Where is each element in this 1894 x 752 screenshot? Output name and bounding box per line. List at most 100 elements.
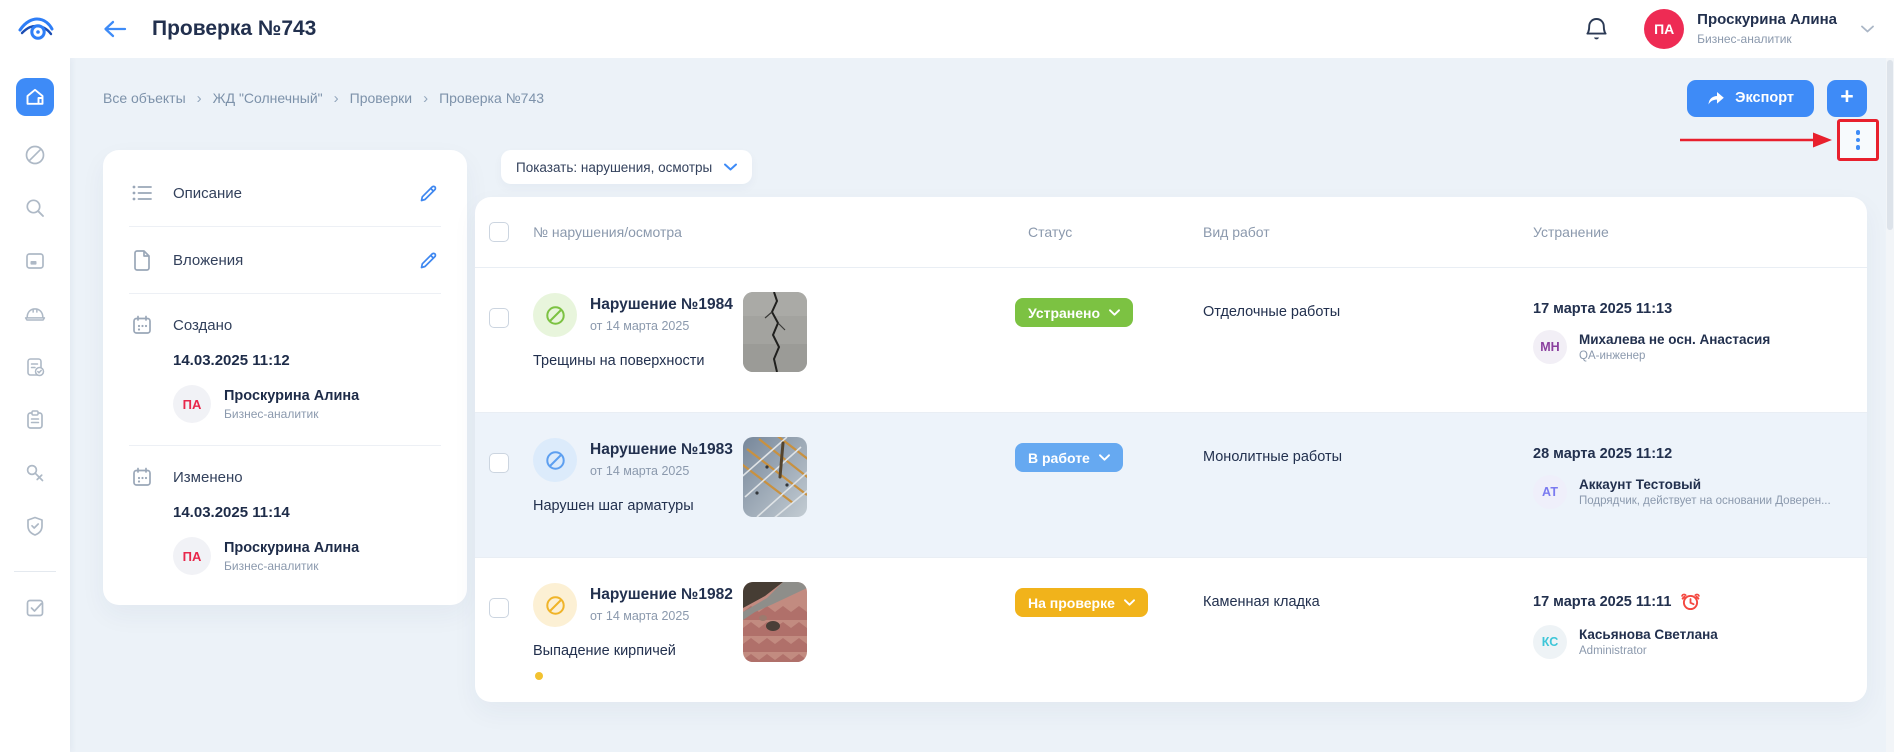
row-checkbox[interactable] [489,308,509,328]
description-label: Описание [173,185,242,202]
page-title: Проверка №743 [152,17,316,41]
chevron-down-icon [724,163,737,171]
violation-status-icon [533,583,577,627]
created-user-role: Бизнес-аналитик [224,407,359,421]
status-label: Устранено [1028,305,1100,321]
violation-date: от 14 марта 2025 [590,609,733,623]
breadcrumb-object[interactable]: ЖД "Солнечный" [213,90,323,106]
user-avatar[interactable]: ПА [1644,9,1684,49]
status-dropdown[interactable]: В работе [1015,443,1123,472]
show-filter-dropdown[interactable]: Показать: нарушения, осмотры [501,150,752,184]
edit-attachments-pencil-icon[interactable] [417,249,439,271]
column-header-status: Статус [1015,224,1190,240]
breadcrumb-inspections[interactable]: Проверки [350,90,412,106]
key-icon [23,461,47,485]
sidebar-item-reports[interactable] [23,408,47,432]
breadcrumb: Все объекты › ЖД "Солнечный" › Проверки … [103,90,544,107]
sidebar-item-home[interactable] [16,78,54,116]
violation-description: Нарушен шаг арматуры [533,498,743,514]
resolution-date: 17 марта 2025 11:13 [1533,301,1851,317]
clipboard-list-icon [23,408,47,432]
select-all-checkbox[interactable] [489,222,509,242]
assignee-role: Подрядчик, действует на основании Довере… [1579,495,1831,507]
violation-title-link[interactable]: Нарушение №1982 [590,583,733,604]
sidebar-item-documents[interactable] [23,249,47,273]
sidebar-item-security[interactable] [23,514,47,538]
chevron-down-icon [1099,454,1110,461]
violation-title-link[interactable]: Нарушение №1983 [590,438,733,459]
table-row[interactable]: Нарушение №1982 от 14 марта 2025 Выпаден… [475,557,1867,702]
edit-description-pencil-icon[interactable] [417,182,439,204]
violation-title-link[interactable]: Нарушение №1984 [590,293,733,314]
work-type: Каменная кладка [1190,558,1520,702]
notifications-bell-icon[interactable] [1582,15,1610,43]
table-row[interactable]: Нарушение №1984 от 14 марта 2025 Трещины… [475,267,1867,412]
main-content: Все объекты › ЖД "Солнечный" › Проверки … [70,58,1894,752]
violation-date: от 14 марта 2025 [590,319,733,333]
sidebar-item-inspections[interactable] [23,355,47,379]
row-checkbox[interactable] [489,598,509,618]
status-dropdown[interactable]: На проверке [1015,588,1148,617]
calendar-icon [131,466,153,488]
violation-description: Выпадение кирпичей [533,643,743,659]
sidebar-item-search[interactable] [23,196,47,220]
modified-user-role: Бизнес-аналитик [224,559,359,573]
scrollbar-thumb[interactable] [1887,60,1893,230]
assignee-name: Михалева не осн. Анастасия [1579,332,1770,347]
created-user: ПА Проскурина Алина Бизнес-аналитик [173,385,439,423]
no-entry-icon [544,449,567,472]
avatar: КС [1533,625,1567,659]
sidebar-divider [14,571,56,572]
status-dropdown[interactable]: Устранено [1015,298,1133,327]
add-button[interactable]: + [1827,80,1867,117]
avatar: ПА [173,385,211,423]
hardhat-icon [23,302,47,326]
shield-check-icon [23,514,47,538]
row-checkbox[interactable] [489,453,509,473]
user-menu-chevron-down-icon[interactable] [1861,20,1874,38]
search-icon [23,196,47,220]
column-header-resolution: Устранение [1520,224,1851,240]
home-icon [23,85,47,109]
resolution-date: 28 марта 2025 11:12 [1533,446,1851,462]
yellow-status-dot [535,672,543,680]
red-arrow-annotation [1680,132,1832,148]
topbar: Проверка №743 ПА Проскурина Алина Бизнес… [0,0,1894,58]
sidebar-item-violations[interactable] [23,143,47,167]
sidebar-item-access[interactable] [23,461,47,485]
back-arrow-icon[interactable] [100,14,130,44]
violation-status-icon [533,438,577,482]
export-button[interactable]: Экспорт [1687,80,1814,117]
kebab-menu-button[interactable] [1837,119,1879,161]
breadcrumb-separator: › [423,90,428,107]
violation-photo-crack[interactable] [743,292,807,372]
modified-label: Изменено [173,469,243,486]
assignee-name: Аккаунт Тестовый [1579,477,1831,492]
resolution-date: 17 марта 2025 11:11 [1533,594,1671,610]
breadcrumb-all-objects[interactable]: Все объекты [103,90,186,106]
user-info[interactable]: Проскурина Алина Бизнес-аналитик [1697,11,1837,47]
breadcrumb-separator: › [334,90,339,107]
modified-user-name: Проскурина Алина [224,540,359,556]
violation-photo-rebar[interactable] [743,437,807,517]
created-user-name: Проскурина Алина [224,388,359,404]
violation-photo-bricks[interactable] [743,582,807,662]
share-arrow-icon [1707,90,1725,106]
assignee: КС Касьянова Светлана Administrator [1533,625,1851,659]
chevron-down-icon [1124,599,1135,606]
annotation-highlight [1680,119,1879,161]
work-type: Монолитные работы [1190,413,1520,557]
sidebar-nav [0,58,70,752]
created-datetime: 14.03.2025 11:12 [173,352,439,369]
table-row[interactable]: Нарушение №1983 от 14 марта 2025 Нарушен… [475,412,1867,557]
kebab-icon [1856,130,1861,135]
sidebar-item-tasks[interactable] [23,596,47,620]
column-header-work-type: Вид работ [1190,224,1520,240]
app-logo-eye-icon[interactable] [16,14,56,44]
filter-label: Показать: нарушения, осмотры [516,160,712,175]
assignee: МН Михалева не осн. Анастасия QA-инженер [1533,330,1851,364]
violation-date: от 14 марта 2025 [590,464,733,478]
scrollbar[interactable] [1886,58,1894,752]
sidebar-item-construction[interactable] [23,302,47,326]
assignee-role: QA-инженер [1579,350,1770,362]
